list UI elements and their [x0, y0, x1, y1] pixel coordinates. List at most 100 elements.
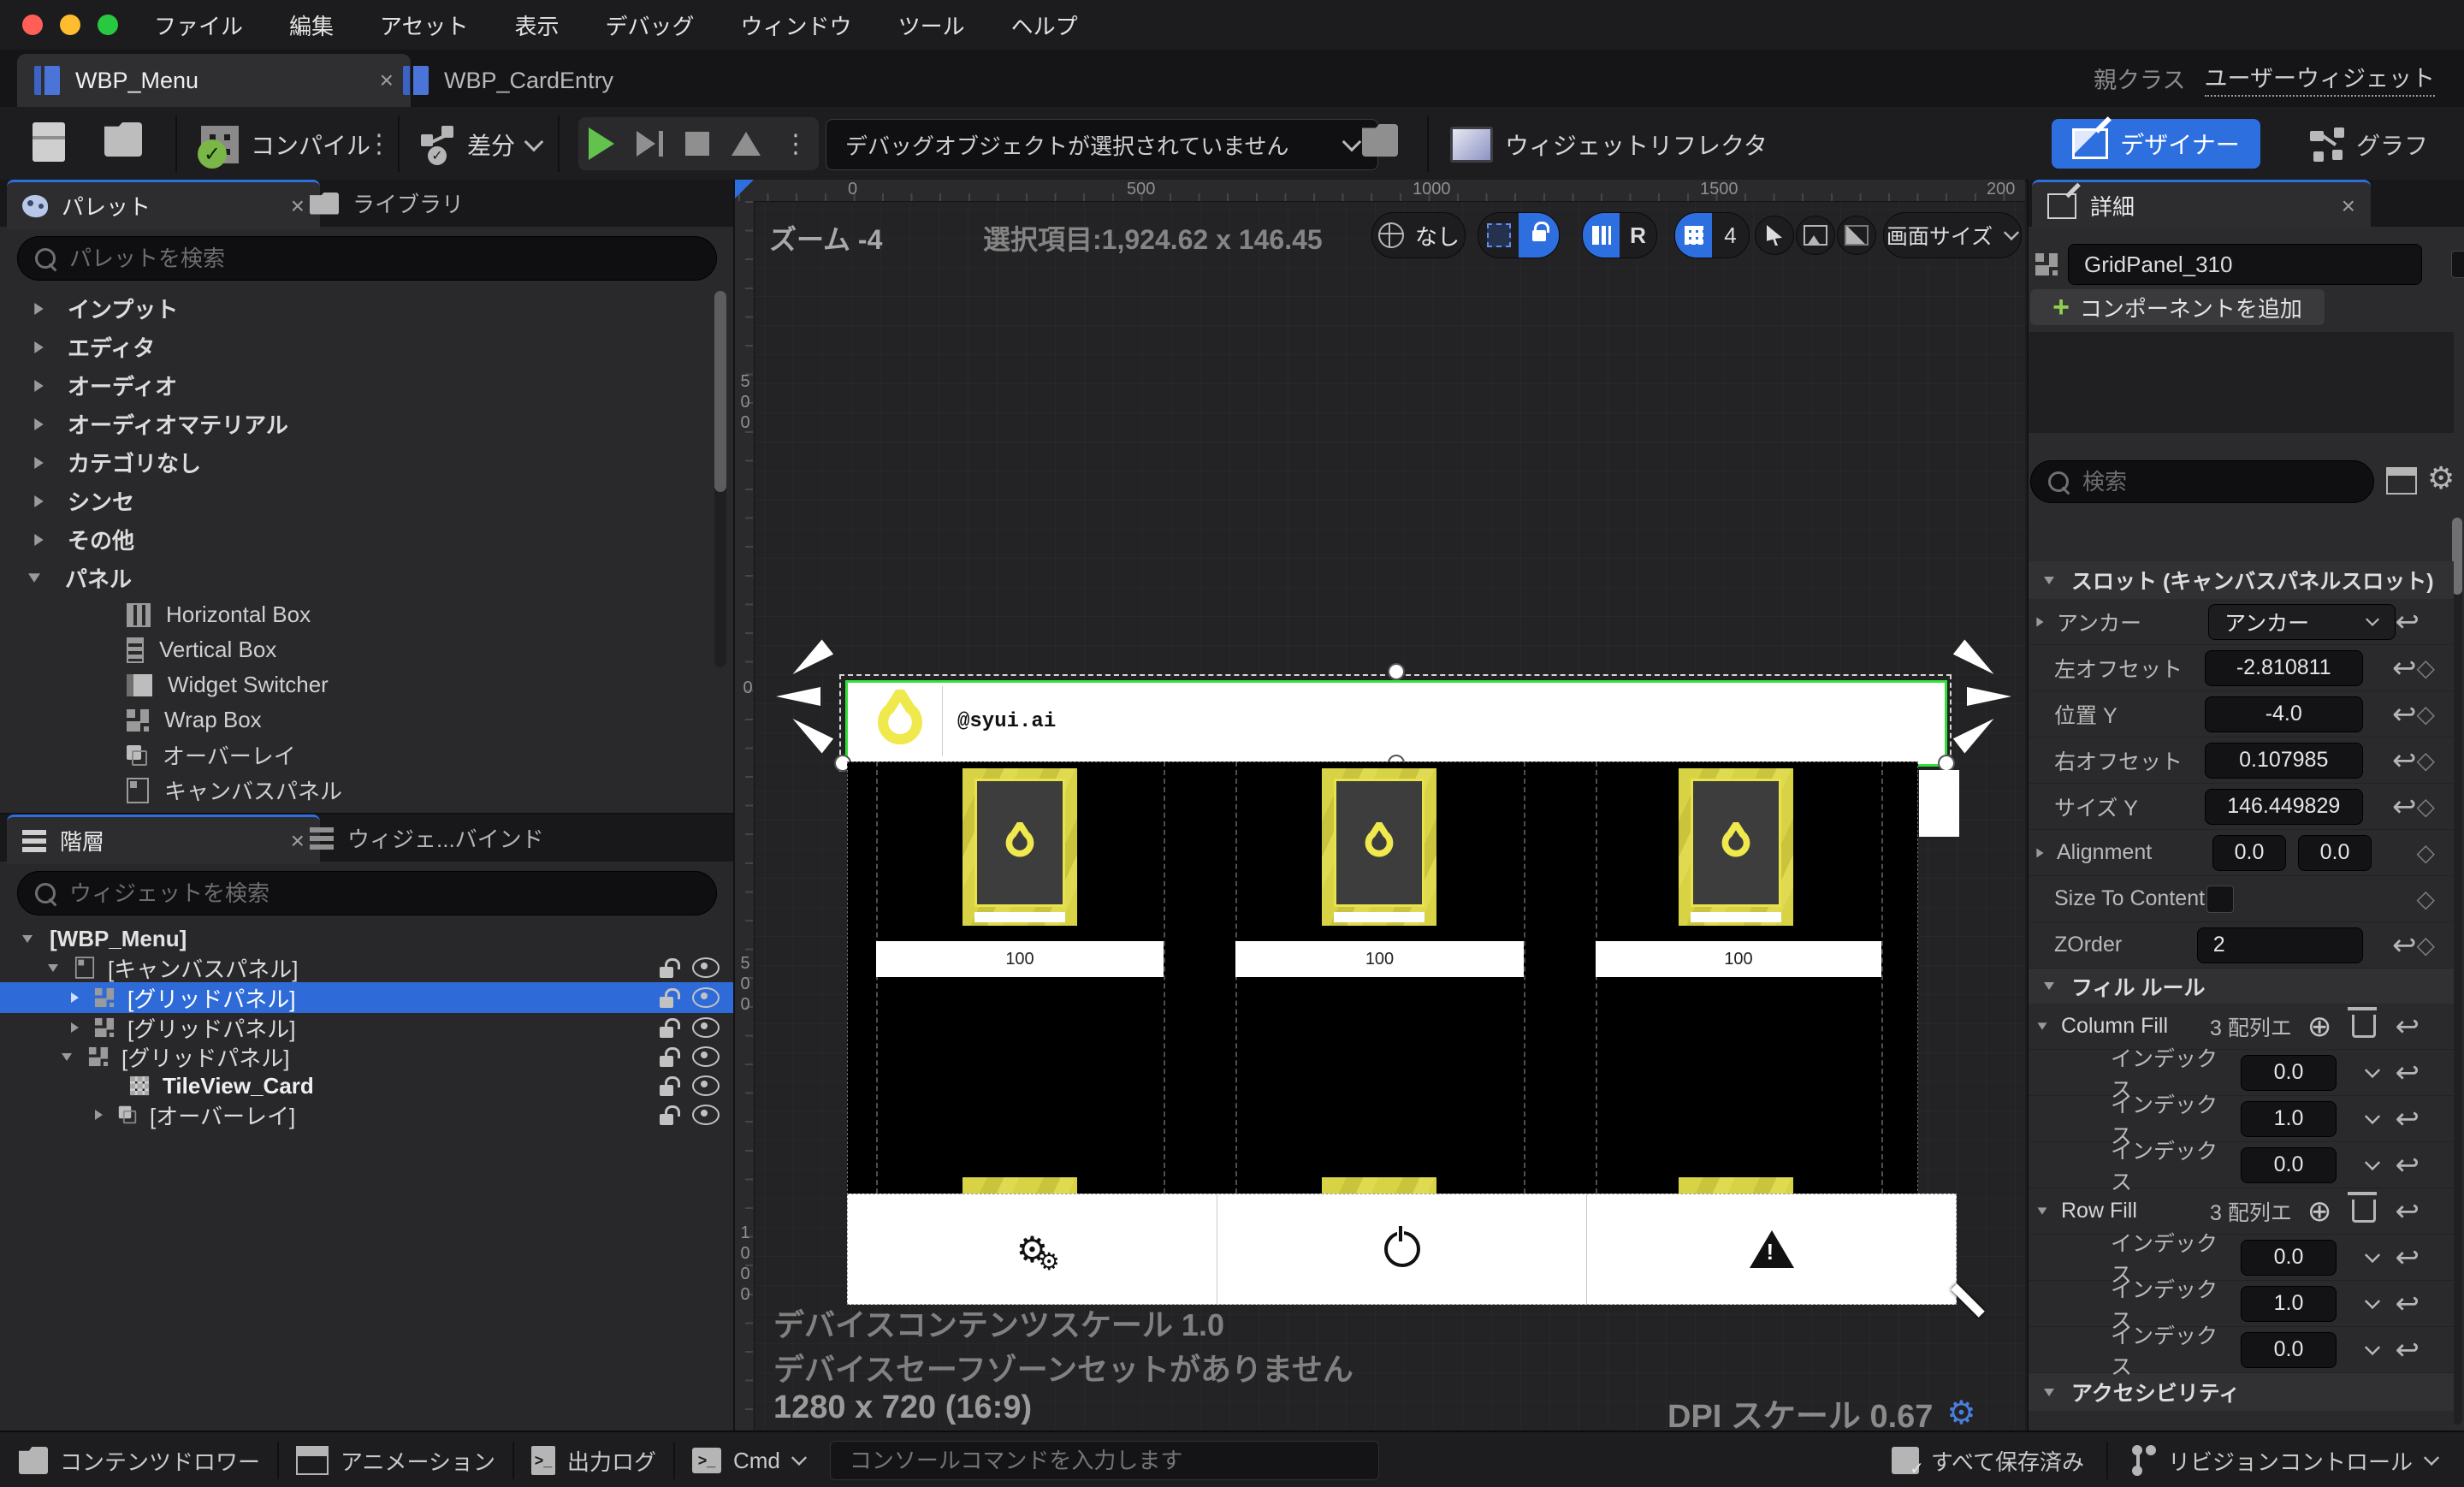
compile-options-icon[interactable]: ⋮: [366, 129, 392, 159]
debug-object-dropdown[interactable]: デバッグオブジェクトが選択されていません: [826, 119, 1378, 170]
revision-control-button[interactable]: リビジョンコントロール: [2130, 1445, 2464, 1477]
menu-window[interactable]: ウィンドウ: [741, 9, 852, 41]
palette-scrollbar[interactable]: [714, 291, 726, 667]
clear-array-icon[interactable]: [2348, 1192, 2378, 1223]
tree-row-canvas-panel[interactable]: [キャンバスパネル]: [0, 953, 733, 982]
console-input-wrap[interactable]: [829, 1441, 1379, 1480]
bind-diamond-icon[interactable]: ◇: [2416, 886, 2435, 911]
reset-icon[interactable]: ↩: [2392, 654, 2417, 683]
expander-icon[interactable]: [71, 992, 79, 1003]
stop-button[interactable]: [685, 132, 709, 156]
menu-view[interactable]: 表示: [515, 9, 560, 41]
lock-selection-toggle[interactable]: [1478, 212, 1560, 258]
tab-wbp-cardentry[interactable]: WBP_CardEntry: [389, 54, 682, 107]
palette-search[interactable]: [17, 236, 717, 281]
tree-row-grid-panel-selected[interactable]: [グリッドパネル]: [0, 982, 733, 1013]
card-entry-partial[interactable]: [962, 1177, 1077, 1194]
widget-reflector-button[interactable]: ウィジェットリフレクタ: [1450, 121, 1768, 169]
clear-array-icon[interactable]: [2348, 1007, 2378, 1038]
expander-icon[interactable]: [34, 418, 44, 430]
palette-category-other[interactable]: その他: [0, 520, 702, 559]
library-tab[interactable]: ライブラリ: [299, 180, 542, 227]
resize-handle-right[interactable]: [1938, 755, 1955, 772]
save-status-button[interactable]: ✓ すべて保存済み: [1891, 1445, 2084, 1478]
animation-button[interactable]: アニメーション: [296, 1445, 495, 1477]
expander-icon[interactable]: [22, 934, 33, 943]
reset-icon[interactable]: ↩: [2396, 607, 2420, 637]
reset-icon[interactable]: ↩: [2392, 931, 2417, 960]
alignment-y-input[interactable]: 0.0: [2298, 834, 2372, 871]
visibility-icon[interactable]: [692, 957, 720, 978]
details-search-input[interactable]: [2081, 467, 2356, 496]
diff-button[interactable]: ✓ 差分: [421, 121, 544, 169]
chevron-down-icon[interactable]: [2364, 1247, 2381, 1263]
display-filter-icon[interactable]: [2386, 467, 2417, 495]
palette-category-audio[interactable]: オーディオ: [0, 366, 702, 405]
lock-icon[interactable]: [660, 1076, 680, 1096]
traffic-light-zoom[interactable]: [98, 15, 118, 35]
bind-diamond-icon[interactable]: ◇: [2416, 840, 2435, 865]
index-value-input[interactable]: 0.0: [2241, 1054, 2337, 1091]
resize-handle-top-center[interactable]: [1388, 663, 1405, 680]
content-drawer-button[interactable]: コンテンツドロワー: [0, 1445, 260, 1477]
widget-name-input[interactable]: [2082, 250, 2408, 279]
designer-viewport[interactable]: 0 500 1000 1500 200 500 0 500 1000 ズーム -…: [735, 180, 2025, 1431]
chevron-down-icon[interactable]: [2364, 1339, 2381, 1355]
tree-row-grid-panel-2[interactable]: [グリッドパネル]: [0, 1013, 733, 1042]
console-command-input[interactable]: [847, 1446, 1361, 1475]
lock-icon[interactable]: [660, 988, 680, 1008]
palette-search-input[interactable]: [68, 244, 699, 273]
card-entry[interactable]: [1322, 768, 1436, 926]
index-value-input[interactable]: 0.0: [2241, 1239, 2337, 1276]
palette-item-widget-switcher[interactable]: Widget Switcher: [0, 667, 702, 702]
visibility-icon[interactable]: [692, 1075, 720, 1096]
palette-item-canvas-panel[interactable]: キャンバスパネル: [0, 773, 702, 808]
bind-diamond-icon[interactable]: ◇: [2416, 748, 2435, 773]
palette-category-input[interactable]: インプット: [0, 289, 702, 328]
expander-icon[interactable]: [34, 341, 44, 353]
bind-diamond-icon[interactable]: ◇: [2416, 794, 2435, 819]
output-log-button[interactable]: >_ 出力ログ: [530, 1445, 656, 1477]
tree-row-overlay[interactable]: [オーバーレイ]: [0, 1100, 733, 1129]
expander-icon[interactable]: [2037, 1207, 2047, 1215]
reset-icon[interactable]: ↩: [2396, 1197, 2420, 1226]
palette-category-panel[interactable]: パネル: [0, 559, 702, 597]
designer-mode-button[interactable]: デザイナー: [2052, 116, 2260, 169]
bind-diamond-icon[interactable]: ◇: [2416, 655, 2435, 680]
index-value-input[interactable]: 1.0: [2241, 1285, 2337, 1322]
reset-icon[interactable]: ↩: [2392, 746, 2417, 775]
expander-icon[interactable]: [28, 573, 40, 583]
lock-icon[interactable]: [660, 1047, 680, 1067]
reset-icon[interactable]: ↩: [2396, 1012, 2420, 1041]
size-to-content-checkbox[interactable]: [2206, 885, 2234, 913]
bind-diamond-icon[interactable]: ◇: [2416, 933, 2435, 957]
expander-icon[interactable]: [95, 1110, 103, 1120]
offset-right-input[interactable]: 0.107985: [2204, 742, 2363, 779]
lock-icon[interactable]: [660, 1018, 680, 1038]
menu-asset[interactable]: アセット: [380, 9, 468, 41]
position-y-input[interactable]: -4.0: [2204, 696, 2363, 732]
hierarchy-search[interactable]: [17, 871, 717, 915]
card-entry[interactable]: [962, 768, 1077, 926]
reset-icon[interactable]: ↩: [2396, 1151, 2420, 1180]
offset-left-input[interactable]: -2.810811: [2204, 649, 2363, 686]
reset-icon[interactable]: ↩: [2396, 1336, 2420, 1365]
parent-class-link[interactable]: ユーザーウィジェット: [2204, 60, 2435, 97]
play-options-icon[interactable]: ⋮: [783, 129, 808, 159]
expander-icon[interactable]: [2037, 1022, 2047, 1030]
warning-cell[interactable]: [1587, 1194, 1956, 1304]
bind-diamond-icon[interactable]: ◇: [2416, 702, 2435, 726]
compile-button[interactable]: ✓ コンパイル: [198, 121, 370, 169]
traffic-light-minimize[interactable]: [60, 15, 80, 35]
expander-icon[interactable]: [34, 379, 44, 392]
palette-category-editor[interactable]: エディタ: [0, 328, 702, 366]
details-settings-gear-icon[interactable]: ⚙: [2427, 460, 2455, 496]
palette-item-overlay[interactable]: オーバーレイ: [0, 738, 702, 773]
frame-skip-button[interactable]: [637, 131, 663, 157]
add-element-icon[interactable]: ⊕: [2307, 1197, 2332, 1226]
lock-icon[interactable]: [660, 958, 680, 978]
reset-icon[interactable]: ↩: [2396, 1289, 2420, 1318]
screen-size-dropdown[interactable]: 画面サイズ: [1883, 212, 2022, 258]
expander-icon[interactable]: [34, 495, 44, 507]
lock-icon[interactable]: [660, 1105, 680, 1125]
